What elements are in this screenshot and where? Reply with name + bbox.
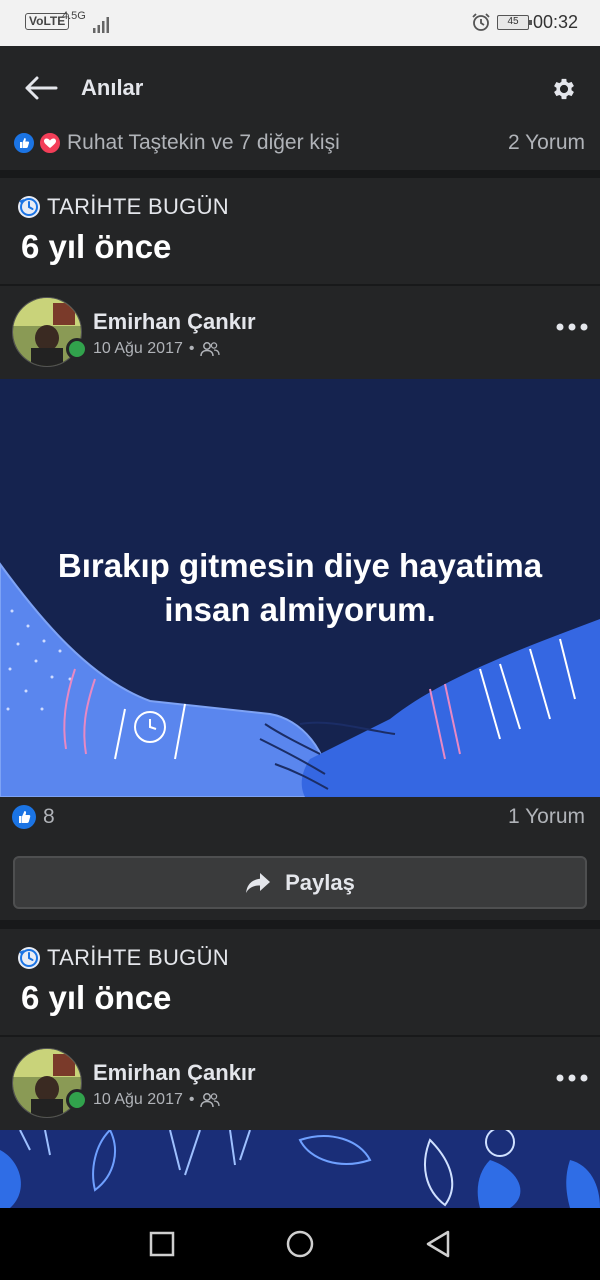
clock: 00:32: [533, 12, 579, 32]
status-bar: VoLTE 4.5G 45 00:32: [0, 0, 600, 46]
online-status-badge: [66, 338, 88, 360]
section-label: TARİHTE BUGÜN: [47, 194, 229, 219]
share-button[interactable]: Paylaş: [13, 856, 587, 909]
post-text: Bırakıp gitmesin diye hayatima insan alm…: [57, 547, 543, 628]
like-count[interactable]: 8: [43, 805, 55, 829]
signal-icon: [93, 17, 109, 33]
love-icon: [38, 131, 62, 155]
reaction-summary[interactable]: Ruhat Taştekin ve 7 diğer kişi 2 Yorum: [0, 118, 600, 166]
back-icon[interactable]: [422, 1228, 454, 1260]
clock-history-icon: [18, 196, 40, 218]
post-image[interactable]: Bırakıp gitmesin diye hayatima insan alm…: [0, 379, 600, 797]
years-ago: 6 yıl önce: [21, 228, 172, 265]
clock-history-icon: [18, 947, 40, 969]
reaction-icons: [12, 131, 64, 155]
system-nav-bar: [0, 1208, 600, 1280]
post-stats: 8 1 Yorum: [0, 797, 600, 855]
friends-icon: [200, 342, 221, 357]
back-arrow-icon[interactable]: [22, 72, 60, 104]
alarm-icon: [472, 13, 490, 31]
post-header: Emirhan Çankır 10 Ağu 2017 •: [0, 286, 600, 379]
page-title: Anılar: [81, 75, 144, 100]
like-icon: [12, 131, 36, 155]
battery-icon: 45: [497, 15, 532, 30]
app-bar: Anılar Ruhat Taştekin ve 7 diğer kişi 2 …: [0, 46, 600, 170]
comments-count[interactable]: 2 Yorum: [508, 131, 585, 155]
years-ago: 6 yıl önce: [21, 979, 172, 1016]
post-date[interactable]: 10 Ağu 2017: [93, 340, 183, 358]
share-area: Paylaş: [0, 855, 600, 920]
online-status-badge: [66, 1089, 88, 1111]
post-date[interactable]: 10 Ağu 2017: [93, 1091, 183, 1109]
post-image[interactable]: [0, 1130, 600, 1208]
post-header: Emirhan Çankır 10 Ağu 2017 •: [0, 1037, 600, 1130]
reactors-text[interactable]: Ruhat Taştekin ve 7 diğer kişi: [67, 131, 340, 155]
memory-header: TARİHTE BUGÜN 6 yıl önce: [0, 929, 600, 1035]
section-label: TARİHTE BUGÜN: [47, 945, 229, 970]
ellipsis-icon[interactable]: [555, 1071, 589, 1085]
leaves-illustration: [0, 1130, 600, 1208]
post-meta: 10 Ağu 2017 •: [93, 340, 221, 358]
ellipsis-icon[interactable]: [555, 320, 589, 334]
comments-count[interactable]: 1 Yorum: [508, 805, 585, 829]
recents-icon[interactable]: [146, 1228, 178, 1260]
author-name[interactable]: Emirhan Çankır: [93, 309, 256, 335]
author-name[interactable]: Emirhan Çankır: [93, 1060, 256, 1086]
friends-icon: [200, 1093, 221, 1108]
network-type: 4.5G: [62, 10, 86, 22]
meta-separator: •: [188, 1091, 195, 1108]
home-icon[interactable]: [284, 1228, 316, 1260]
meta-separator: •: [188, 340, 195, 357]
post-meta: 10 Ağu 2017 •: [93, 1091, 221, 1109]
share-arrow-icon: [246, 872, 271, 893]
memory-header: TARİHTE BUGÜN 6 yıl önce: [0, 178, 600, 284]
gear-icon[interactable]: [550, 75, 578, 103]
like-icon: [12, 805, 36, 829]
share-label: Paylaş: [285, 869, 355, 895]
